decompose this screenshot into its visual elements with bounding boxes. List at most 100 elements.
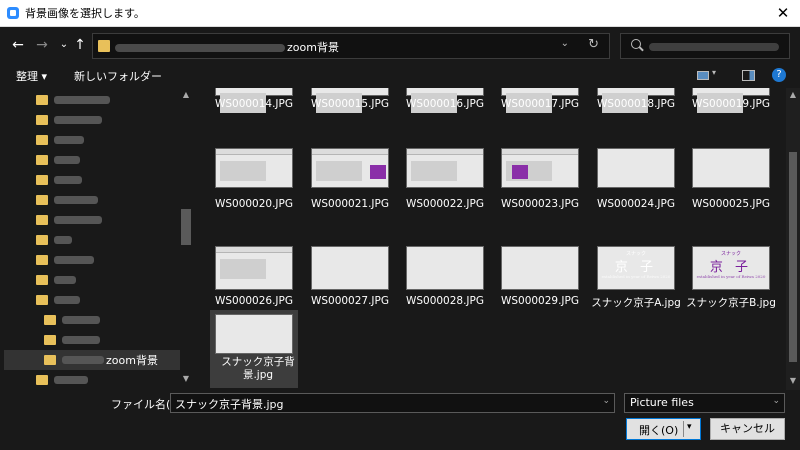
sidebar-folder[interactable] xyxy=(36,230,196,250)
redacted-label xyxy=(54,376,88,384)
chevron-down-icon[interactable]: ⌄ xyxy=(602,396,610,406)
folder-icon xyxy=(36,155,48,165)
file-name: WS000025.JPG xyxy=(691,198,771,210)
sign-title-text: 京 子 xyxy=(614,260,658,275)
file-thumbnail xyxy=(501,88,579,113)
sidebar-item-zoom-background[interactable]: zoom背景 xyxy=(4,350,180,370)
folder-icon xyxy=(36,295,48,305)
file-thumbnail: スナック京 子 established in year of Reiwa 2020 xyxy=(597,246,675,290)
file-thumbnail xyxy=(215,148,293,188)
scroll-down-icon[interactable]: ▼ xyxy=(786,376,800,385)
address-bar[interactable]: zoom背景 ⌄ ↻ xyxy=(92,33,610,59)
redacted-label xyxy=(54,136,84,144)
sidebar-subfolder[interactable] xyxy=(44,330,196,350)
forward-icon[interactable]: → xyxy=(34,36,50,54)
redacted-label xyxy=(62,336,100,344)
file-name: WS000028.JPG xyxy=(405,295,485,307)
file-thumbnail xyxy=(597,88,675,113)
filename-input[interactable]: スナック京子背景.jpg ⌄ xyxy=(170,393,615,413)
new-folder-button[interactable]: 新しいフォルダー xyxy=(74,68,162,84)
file-name: WS000017.JPG xyxy=(500,98,580,110)
sidebar-folder[interactable] xyxy=(36,110,196,130)
file-thumbnail xyxy=(597,148,675,188)
folder-icon xyxy=(36,255,48,265)
folder-icon xyxy=(36,175,48,185)
sidebar-folder[interactable] xyxy=(36,370,196,390)
redacted-label xyxy=(54,176,82,184)
sidebar-subfolder[interactable] xyxy=(44,310,196,330)
file-name: WS000021.JPG xyxy=(310,198,390,210)
folder-icon xyxy=(36,115,48,125)
view-options-icon[interactable] xyxy=(697,71,709,80)
filetype-select[interactable]: Picture files ⌄ xyxy=(624,393,785,413)
file-thumbnail xyxy=(692,148,770,188)
sidebar-folder[interactable] xyxy=(36,190,196,210)
sidebar-folder[interactable] xyxy=(36,90,196,110)
file-thumbnail xyxy=(311,148,389,188)
redacted-path xyxy=(115,44,285,52)
sidebar-scrollbar[interactable]: ▲ ▼ xyxy=(180,88,192,388)
address-path: zoom背景 xyxy=(115,39,339,55)
file-tile[interactable]: スナック京子背景.jpg xyxy=(210,310,298,388)
redacted-label xyxy=(62,316,100,324)
scroll-thumb[interactable] xyxy=(181,209,191,245)
file-thumbnail xyxy=(501,246,579,290)
file-name: WS000027.JPG xyxy=(310,295,390,307)
folder-icon xyxy=(44,355,56,365)
redacted-label xyxy=(54,276,76,284)
chevron-down-icon[interactable]: ▾ xyxy=(687,422,692,432)
file-thumbnail xyxy=(406,88,484,113)
sidebar-folder[interactable] xyxy=(36,290,196,310)
folder-icon xyxy=(36,275,48,285)
scroll-up-icon[interactable]: ▲ xyxy=(786,90,800,99)
folder-icon xyxy=(98,40,110,52)
back-icon[interactable]: ← xyxy=(10,36,26,54)
sidebar-folder[interactable] xyxy=(36,130,196,150)
file-thumbnail xyxy=(692,88,770,113)
view-dropdown-icon[interactable]: ▾ xyxy=(712,68,716,77)
organize-button[interactable]: 整理 ▾ xyxy=(16,68,47,84)
close-button[interactable]: ✕ xyxy=(774,4,792,22)
sign-sub-text: established in year of Reiwa 2020 xyxy=(696,274,766,279)
open-button[interactable]: 開く(O) ▾ xyxy=(626,418,701,440)
chevron-down-icon[interactable]: ⌄ xyxy=(772,396,780,406)
up-icon[interactable]: ↑ xyxy=(72,36,88,54)
file-thumbnail xyxy=(311,246,389,290)
scroll-down-icon[interactable]: ▼ xyxy=(180,374,192,383)
folder-icon xyxy=(36,195,48,205)
sidebar-folder[interactable] xyxy=(36,250,196,270)
folder-icon xyxy=(36,135,48,145)
recent-locations-icon[interactable]: ⌄ xyxy=(56,36,72,54)
redacted-search-text xyxy=(649,43,779,51)
search-box[interactable] xyxy=(620,33,790,59)
cancel-button[interactable]: キャンセル xyxy=(710,418,785,440)
redacted-label xyxy=(54,236,72,244)
content-scrollbar[interactable]: ▲ ▼ xyxy=(786,88,800,390)
file-name: WS000022.JPG xyxy=(405,198,485,210)
sidebar-folder[interactable] xyxy=(36,170,196,190)
filetype-value: Picture files xyxy=(630,396,694,409)
zoom-app-icon xyxy=(7,7,19,19)
redacted-label xyxy=(54,96,110,104)
scroll-up-icon[interactable]: ▲ xyxy=(180,90,192,99)
address-dropdown-icon[interactable]: ⌄ xyxy=(561,38,569,49)
folder-icon xyxy=(36,235,48,245)
file-name: WS000024.JPG xyxy=(596,198,676,210)
redacted-label xyxy=(62,356,104,364)
sidebar-folder[interactable] xyxy=(36,210,196,230)
folder-icon xyxy=(44,335,56,345)
file-name: WS000023.JPG xyxy=(500,198,580,210)
sidebar-folder[interactable] xyxy=(36,270,196,290)
file-name: WS000016.JPG xyxy=(405,98,485,110)
refresh-icon[interactable]: ↻ xyxy=(588,37,599,52)
dialog-footer: ファイル名(N): スナック京子背景.jpg ⌄ Picture files ⌄ 開… xyxy=(0,390,800,450)
preview-pane-icon[interactable] xyxy=(742,70,755,81)
redacted-label xyxy=(54,156,80,164)
file-thumbnail xyxy=(406,246,484,290)
scroll-thumb[interactable] xyxy=(789,152,797,362)
sidebar-folder[interactable] xyxy=(36,150,196,170)
help-icon[interactable]: ? xyxy=(772,68,786,82)
file-thumbnail xyxy=(501,148,579,188)
redacted-label xyxy=(54,116,102,124)
file-thumbnail xyxy=(215,314,293,354)
